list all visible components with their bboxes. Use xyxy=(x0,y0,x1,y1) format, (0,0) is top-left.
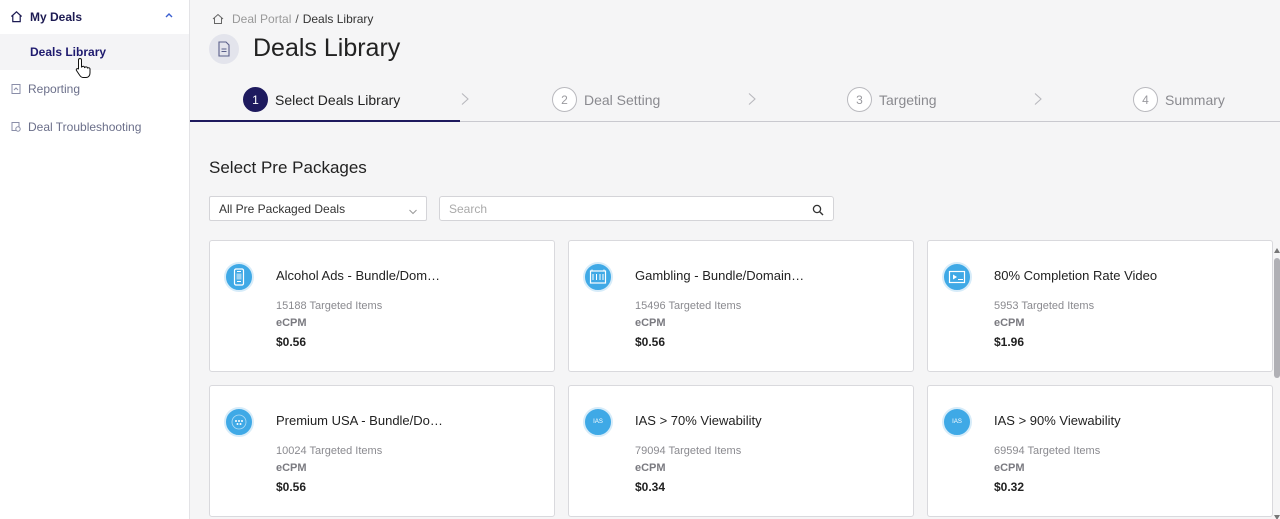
step-targeting[interactable]: 3 Targeting xyxy=(847,87,937,112)
price-label: eCPM xyxy=(635,317,666,329)
targeted-items: 79094 Targeted Items xyxy=(635,445,742,457)
section-title: Select Pre Packages xyxy=(209,158,367,177)
chevron-down-icon xyxy=(408,205,418,215)
step-label: Targeting xyxy=(879,91,937,108)
price-value: $0.34 xyxy=(635,480,666,494)
select-value: All Pre Packaged Deals xyxy=(219,201,346,216)
nav-group-my-deals[interactable]: My Deals xyxy=(0,0,189,34)
scrollbar[interactable] xyxy=(1274,240,1280,519)
search-input[interactable] xyxy=(440,197,800,220)
deal-name: Alcohol Ads - Bundle/Dom… xyxy=(276,268,441,283)
breadcrumb-separator: / xyxy=(295,12,299,26)
step-number: 2 xyxy=(552,87,577,112)
price-label: eCPM xyxy=(635,462,666,474)
report-icon xyxy=(10,83,22,95)
deal-card[interactable]: 80% Completion Rate Video 5953 Targeted … xyxy=(927,240,1273,372)
step-label: Summary xyxy=(1165,91,1225,108)
deal-card[interactable]: Gambling - Bundle/Domain… 15496 Targeted… xyxy=(568,240,914,372)
home-icon[interactable] xyxy=(212,13,224,25)
targeted-items: 15188 Targeted Items xyxy=(276,300,383,312)
step-select-deals-library[interactable]: 1 Select Deals Library xyxy=(243,87,400,112)
scrollbar-thumb[interactable] xyxy=(1274,258,1280,378)
video-icon xyxy=(942,262,972,292)
home-icon xyxy=(10,10,24,24)
sidebar-item-deal-troubleshooting[interactable]: Deal Troubleshooting xyxy=(0,108,189,146)
step-label: Deal Setting xyxy=(584,91,661,108)
targeted-items: 5953 Targeted Items xyxy=(994,300,1095,312)
chevron-right-icon xyxy=(460,92,470,106)
sidebar-item-label: Reporting xyxy=(28,82,81,96)
deal-card[interactable]: Alcohol Ads - Bundle/Dom… 15188 Targeted… xyxy=(209,240,555,372)
sidebar-item-label: Deals Library xyxy=(30,45,107,59)
deal-name: IAS > 70% Viewability xyxy=(635,413,762,428)
document-icon xyxy=(209,34,239,64)
chevron-right-icon xyxy=(747,92,757,106)
deal-name: 80% Completion Rate Video xyxy=(994,268,1158,283)
mobile-icon xyxy=(224,262,254,292)
active-step-indicator xyxy=(190,120,460,122)
ias-logo-icon: IAS xyxy=(583,407,613,437)
stepper: 1 Select Deals Library 2 Deal Setting 3 … xyxy=(190,78,1280,122)
page-title: Deals Library xyxy=(253,34,401,62)
deal-name: Premium USA - Bundle/Do… xyxy=(276,413,443,428)
slot-machine-icon xyxy=(583,262,613,292)
price-value: $0.56 xyxy=(635,335,666,349)
chevron-up-icon[interactable] xyxy=(163,9,175,21)
breadcrumb-root[interactable]: Deal Portal xyxy=(232,12,291,26)
step-deal-setting[interactable]: 2 Deal Setting xyxy=(552,87,660,112)
breadcrumb-current: Deals Library xyxy=(302,12,374,26)
nav-group-label: My Deals xyxy=(30,10,83,24)
search-box xyxy=(439,196,834,221)
price-label: eCPM xyxy=(994,317,1025,329)
step-number: 3 xyxy=(847,87,872,112)
price-value: $0.56 xyxy=(276,335,307,349)
price-value: $0.56 xyxy=(276,480,307,494)
scroll-down-arrow-icon[interactable] xyxy=(1274,508,1280,519)
premium-badge-icon xyxy=(224,407,254,437)
price-label: eCPM xyxy=(276,462,307,474)
troubleshoot-icon xyxy=(10,121,22,133)
scroll-up-arrow-icon[interactable] xyxy=(1274,242,1280,253)
price-value: $0.32 xyxy=(994,480,1025,494)
targeted-items: 10024 Targeted Items xyxy=(276,445,383,457)
targeted-items: 69594 Targeted Items xyxy=(994,445,1101,457)
step-summary[interactable]: 4 Summary xyxy=(1133,87,1225,112)
sidebar-item-label: Deal Troubleshooting xyxy=(28,120,142,134)
deal-name: Gambling - Bundle/Domain… xyxy=(635,268,805,283)
price-label: eCPM xyxy=(994,462,1025,474)
ias-logo-icon: IAS xyxy=(942,407,972,437)
sidebar: My Deals Deals Library Reporting Deal Tr… xyxy=(0,0,190,519)
search-icon[interactable] xyxy=(812,203,824,216)
chevron-right-icon xyxy=(1033,92,1043,106)
step-number: 1 xyxy=(243,87,268,112)
price-label: eCPM xyxy=(276,317,307,329)
sidebar-item-deals-library[interactable]: Deals Library xyxy=(0,34,189,70)
step-label: Select Deals Library xyxy=(275,91,401,108)
targeted-items: 15496 Targeted Items xyxy=(635,300,742,312)
step-number: 4 xyxy=(1133,87,1158,112)
deal-card[interactable]: IAS IAS > 90% Viewability 69594 Targeted… xyxy=(927,385,1273,517)
deal-card[interactable]: IAS IAS > 70% Viewability 79094 Targeted… xyxy=(568,385,914,517)
deal-card[interactable]: Premium USA - Bundle/Do… 10024 Targeted … xyxy=(209,385,555,517)
price-value: $1.96 xyxy=(994,335,1025,349)
sidebar-item-reporting[interactable]: Reporting xyxy=(0,70,189,108)
package-filter-select[interactable]: All Pre Packaged Deals xyxy=(209,196,427,221)
breadcrumb: Deal Portal / Deals Library xyxy=(212,12,373,26)
hand-cursor-icon xyxy=(74,57,92,79)
deal-name: IAS > 90% Viewability xyxy=(994,413,1121,428)
